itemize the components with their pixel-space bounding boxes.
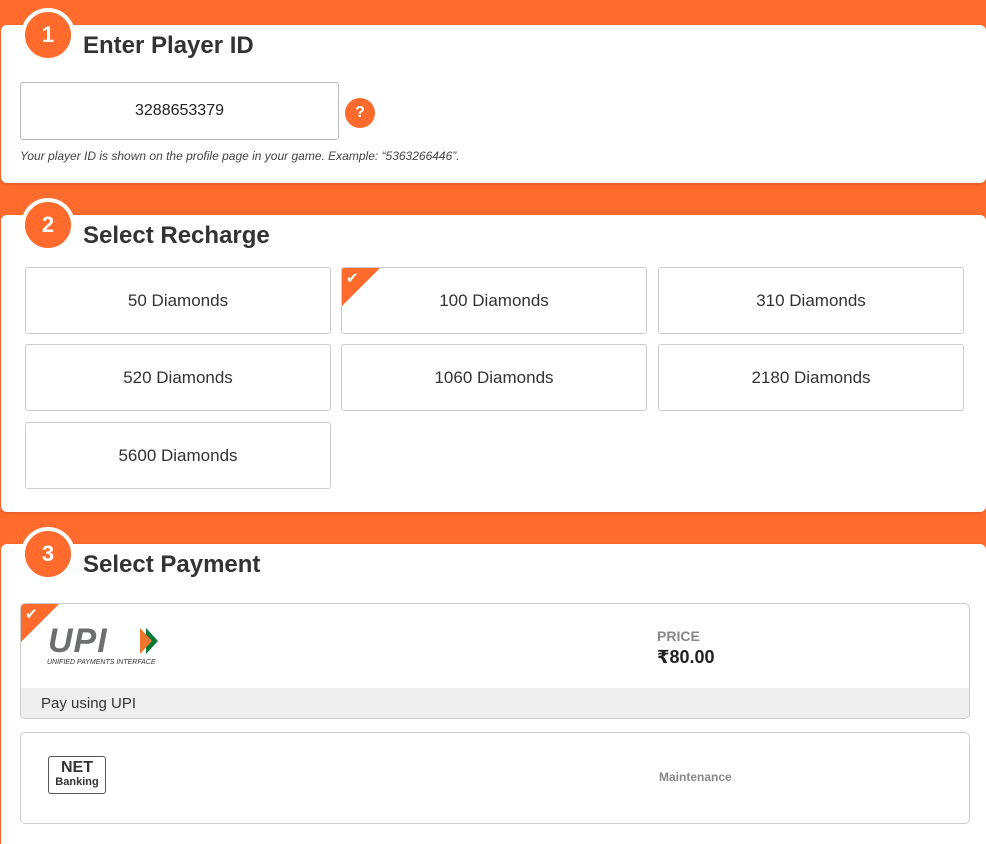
recharge-option-100[interactable]: ✔ 100 Diamonds (341, 267, 647, 334)
recharge-option-label: 100 Diamonds (439, 290, 549, 310)
upi-logo-text: UPI (48, 622, 108, 660)
recharge-card: 2 Select Recharge 50 Diamonds ✔ 100 Diam… (1, 198, 986, 512)
recharge-option-label: 2180 Diamonds (751, 367, 871, 387)
step-3-title: Select Payment (83, 551, 261, 578)
price-value: ₹80.00 (657, 647, 715, 667)
check-icon: ✔ (346, 270, 359, 287)
netbanking-status: Maintenance (659, 770, 732, 784)
recharge-option-label: 1060 Diamonds (434, 367, 554, 387)
recharge-option-520[interactable]: 520 Diamonds (25, 344, 331, 411)
recharge-option-5600[interactable]: 5600 Diamonds (25, 422, 331, 489)
payment-card: 3 Select Payment ✔ UPI UNIFIED PAYMENTS … (1, 527, 986, 844)
player-id-hint: Your player ID is shown on the profile p… (20, 149, 460, 163)
price-label: PRICE (657, 628, 700, 644)
step-1-title: Enter Player ID (83, 32, 254, 59)
step-2-title: Select Recharge (83, 222, 270, 249)
netbanking-logo-top: NET (61, 759, 93, 776)
upi-footer-label: Pay using UPI (21, 688, 969, 718)
upi-logo-icon: UPI UNIFIED PAYMENTS INTERFACE (47, 622, 158, 666)
recharge-option-2180[interactable]: 2180 Diamonds (658, 344, 964, 411)
recharge-option-310[interactable]: 310 Diamonds (658, 267, 964, 334)
recharge-option-label: 520 Diamonds (123, 367, 233, 387)
player-id-card: 1 Enter Player ID ? Your player ID is sh… (1, 8, 986, 183)
help-icon[interactable]: ? (345, 98, 375, 128)
upi-logo-subtext: UNIFIED PAYMENTS INTERFACE (47, 659, 156, 666)
payment-option-netbanking[interactable]: NET Banking Maintenance (20, 732, 970, 824)
step-2-badge: 2 (21, 198, 75, 252)
payment-option-upi[interactable]: ✔ UPI UNIFIED PAYMENTS INTERFACE PRICE ₹… (20, 603, 970, 719)
recharge-option-label: 310 Diamonds (756, 290, 866, 310)
recharge-option-1060[interactable]: 1060 Diamonds (341, 344, 647, 411)
recharge-option-label: 5600 Diamonds (118, 445, 238, 465)
netbanking-logo-bottom: Banking (55, 776, 99, 788)
player-id-input[interactable] (20, 82, 339, 140)
netbanking-logo-icon: NET Banking (48, 756, 106, 794)
step-1-badge: 1 (21, 8, 75, 62)
recharge-option-50[interactable]: 50 Diamonds (25, 267, 331, 334)
step-3-badge: 3 (21, 527, 75, 581)
check-icon: ✔ (25, 606, 38, 623)
recharge-option-label: 50 Diamonds (127, 290, 229, 310)
